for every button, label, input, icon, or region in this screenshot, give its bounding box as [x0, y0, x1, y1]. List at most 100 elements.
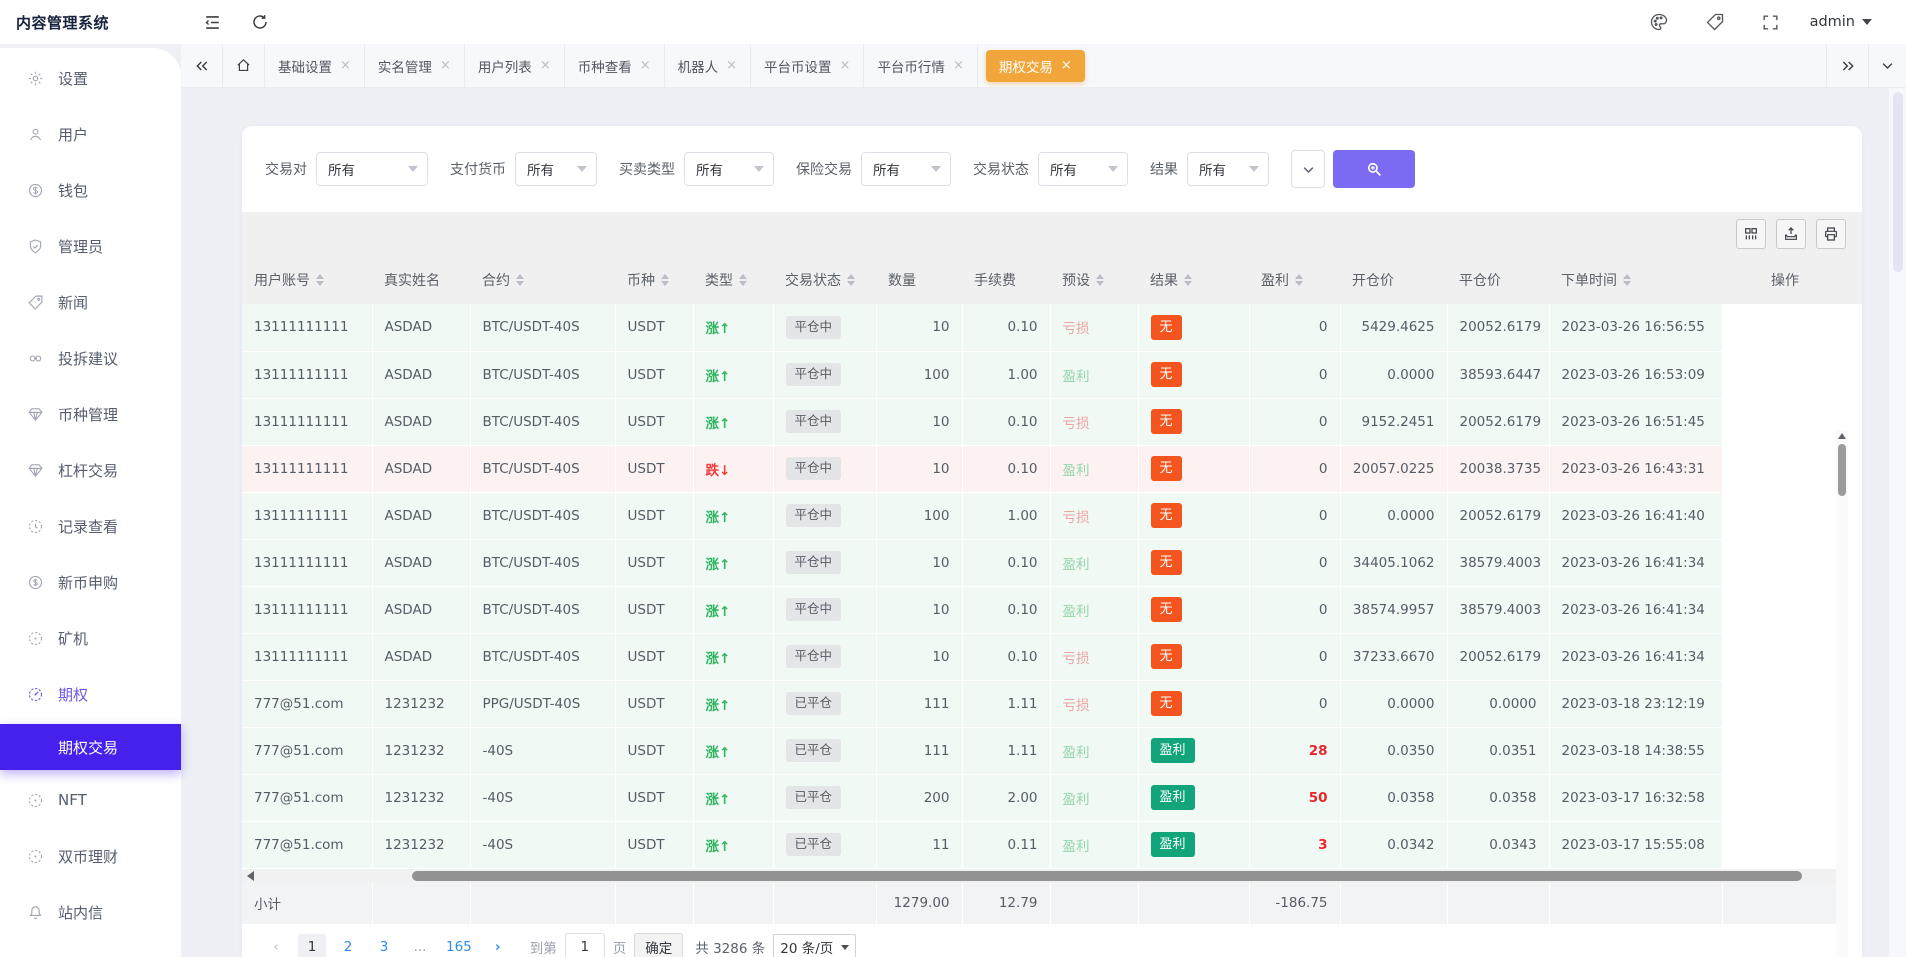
sort-icon[interactable]	[1295, 274, 1303, 286]
vertical-scroll-thumb[interactable]	[1838, 444, 1846, 496]
column-header-下单时间[interactable]: 下单时间	[1549, 256, 1722, 304]
sidebar-item-管理员[interactable]: 管理员	[0, 218, 181, 274]
sidebar-item-站内信[interactable]: 站内信	[0, 884, 181, 940]
filter-collapse-button[interactable]	[1291, 150, 1325, 188]
filter-select-支付货币[interactable]: 所有	[515, 152, 597, 186]
columns-setting-icon[interactable]	[1736, 219, 1766, 249]
tab-7[interactable]: 平台币行情×	[864, 44, 977, 88]
tab-close-icon[interactable]: ×	[953, 59, 964, 72]
filter-select-买卖类型[interactable]: 所有	[684, 152, 774, 186]
tab-close-icon[interactable]: ×	[840, 59, 851, 72]
sort-icon[interactable]	[316, 274, 324, 286]
tab-close-icon[interactable]: ×	[1061, 59, 1072, 72]
tab-2[interactable]: 实名管理×	[365, 44, 465, 88]
export-icon[interactable]	[1776, 219, 1806, 249]
print-icon[interactable]	[1816, 219, 1846, 249]
column-header-预设[interactable]: 预设	[1050, 256, 1138, 304]
sidebar-subitem-期权交易[interactable]: 期权交易	[0, 724, 181, 770]
fullscreen-icon[interactable]	[1754, 5, 1788, 39]
tag-icon[interactable]	[1698, 5, 1732, 39]
tab-3[interactable]: 用户列表×	[465, 44, 565, 88]
column-header-币种[interactable]: 币种	[615, 256, 693, 304]
filter-select-交易状态[interactable]: 所有	[1038, 152, 1128, 186]
tab-1[interactable]: 基础设置×	[265, 44, 365, 88]
sidebar-item-期权[interactable]: 期权	[0, 666, 181, 722]
sidebar-item-新闻[interactable]: 新闻	[0, 274, 181, 330]
scroll-left-arrow-icon[interactable]	[247, 871, 254, 881]
sort-icon[interactable]	[516, 274, 524, 286]
preset-label: 亏损	[1063, 651, 1090, 667]
home-tab-icon[interactable]	[223, 44, 265, 88]
tabs-scroll-right-icon[interactable]	[1826, 44, 1868, 88]
cell-contract: BTC/USDT-40S	[470, 304, 615, 351]
sort-icon[interactable]	[847, 274, 855, 286]
sort-icon[interactable]	[661, 274, 669, 286]
sort-icon[interactable]	[739, 274, 747, 286]
tab-close-icon[interactable]: ×	[726, 59, 737, 72]
column-header-合约[interactable]: 合约	[470, 256, 615, 304]
page-2-button[interactable]: 2	[334, 934, 362, 957]
horizontal-scroll-thumb[interactable]	[412, 871, 1802, 881]
sidebar-item-新币申购[interactable]: 新币申购	[0, 554, 181, 610]
cell-status: 已平仓	[773, 821, 876, 868]
filter-select-保险交易[interactable]: 所有	[861, 152, 951, 186]
tab-close-icon[interactable]: ×	[440, 59, 451, 72]
sidebar-item-矿机[interactable]: 矿机	[0, 610, 181, 666]
column-header-用户账号[interactable]: 用户账号	[242, 256, 372, 304]
column-header-结果[interactable]: 结果	[1138, 256, 1249, 304]
confirm-button[interactable]: 确定	[634, 933, 683, 957]
tab-6[interactable]: 平台币设置×	[751, 44, 864, 88]
goto-page-input[interactable]	[565, 933, 605, 957]
column-header-交易状态[interactable]: 交易状态	[773, 256, 876, 304]
sidebar-item-双币理财[interactable]: 双币理财	[0, 828, 181, 884]
sidebar-item-投拆建议[interactable]: 投拆建议	[0, 330, 181, 386]
page-scroll-thumb[interactable]	[1893, 92, 1903, 272]
page-scrollbar[interactable]	[1888, 88, 1906, 957]
tab-close-icon[interactable]: ×	[340, 59, 351, 72]
menu-fold-icon[interactable]	[195, 5, 229, 39]
filter-select-结果[interactable]: 所有	[1187, 152, 1269, 186]
summary-cell-13	[1549, 883, 1722, 925]
tab-8[interactable]: 期权交易×	[986, 50, 1085, 82]
sort-icon[interactable]	[1096, 274, 1104, 286]
search-button[interactable]	[1333, 150, 1415, 188]
scroll-up-arrow-icon[interactable]	[1838, 433, 1846, 439]
per-page-select[interactable]: 20 条/页	[773, 934, 856, 957]
cell-coin: USDT	[615, 351, 693, 398]
column-header-类型[interactable]: 类型	[693, 256, 773, 304]
page-1-button[interactable]: 1	[298, 934, 326, 957]
prev-page-button[interactable]: ‹	[262, 934, 290, 957]
sidebar-item-设置[interactable]: 设置	[0, 50, 181, 106]
tabs-menu-icon[interactable]	[1868, 44, 1906, 88]
status-badge: 已平仓	[786, 833, 842, 856]
user-menu[interactable]: admin	[1810, 14, 1872, 30]
sort-icon[interactable]	[1623, 274, 1631, 286]
sidebar-item-杠杆交易[interactable]: 杠杆交易	[0, 442, 181, 498]
tab-close-icon[interactable]: ×	[640, 59, 651, 72]
sidebar-item-用户[interactable]: 用户	[0, 106, 181, 162]
result-badge: 无	[1151, 456, 1182, 481]
vertical-scrollbar[interactable]	[1836, 430, 1848, 957]
table-row: 13111111111ASDADBTC/USDT-40SUSDT跌↓平仓中100…	[242, 445, 1848, 492]
column-header-盈利[interactable]: 盈利	[1249, 256, 1340, 304]
type-up-label: 涨↑	[706, 792, 731, 808]
filter-select-交易对[interactable]: 所有	[316, 152, 428, 186]
sidebar-item-记录查看[interactable]: 记录查看	[0, 498, 181, 554]
theme-palette-icon[interactable]	[1642, 5, 1676, 39]
sidebar-item-币种管理[interactable]: 币种管理	[0, 386, 181, 442]
sidebar-item-NFT[interactable]: NFT	[0, 772, 181, 828]
refresh-icon[interactable]	[243, 5, 277, 39]
sidebar-item-钱包[interactable]: 钱包	[0, 162, 181, 218]
tab-5[interactable]: 机器人×	[665, 44, 751, 88]
preset-label: 亏损	[1063, 416, 1090, 432]
preset-label: 盈利	[1063, 463, 1090, 479]
page-165-button[interactable]: 165	[442, 934, 476, 957]
column-label: 预设	[1062, 270, 1090, 290]
page-3-button[interactable]: 3	[370, 934, 398, 957]
horizontal-scrollbar[interactable]	[242, 869, 1848, 883]
next-page-button[interactable]: ›	[484, 934, 512, 957]
sort-icon[interactable]	[1184, 274, 1192, 286]
tabs-scroll-left-icon[interactable]	[181, 44, 223, 88]
tab-4[interactable]: 币种查看×	[565, 44, 665, 88]
tab-close-icon[interactable]: ×	[540, 59, 551, 72]
